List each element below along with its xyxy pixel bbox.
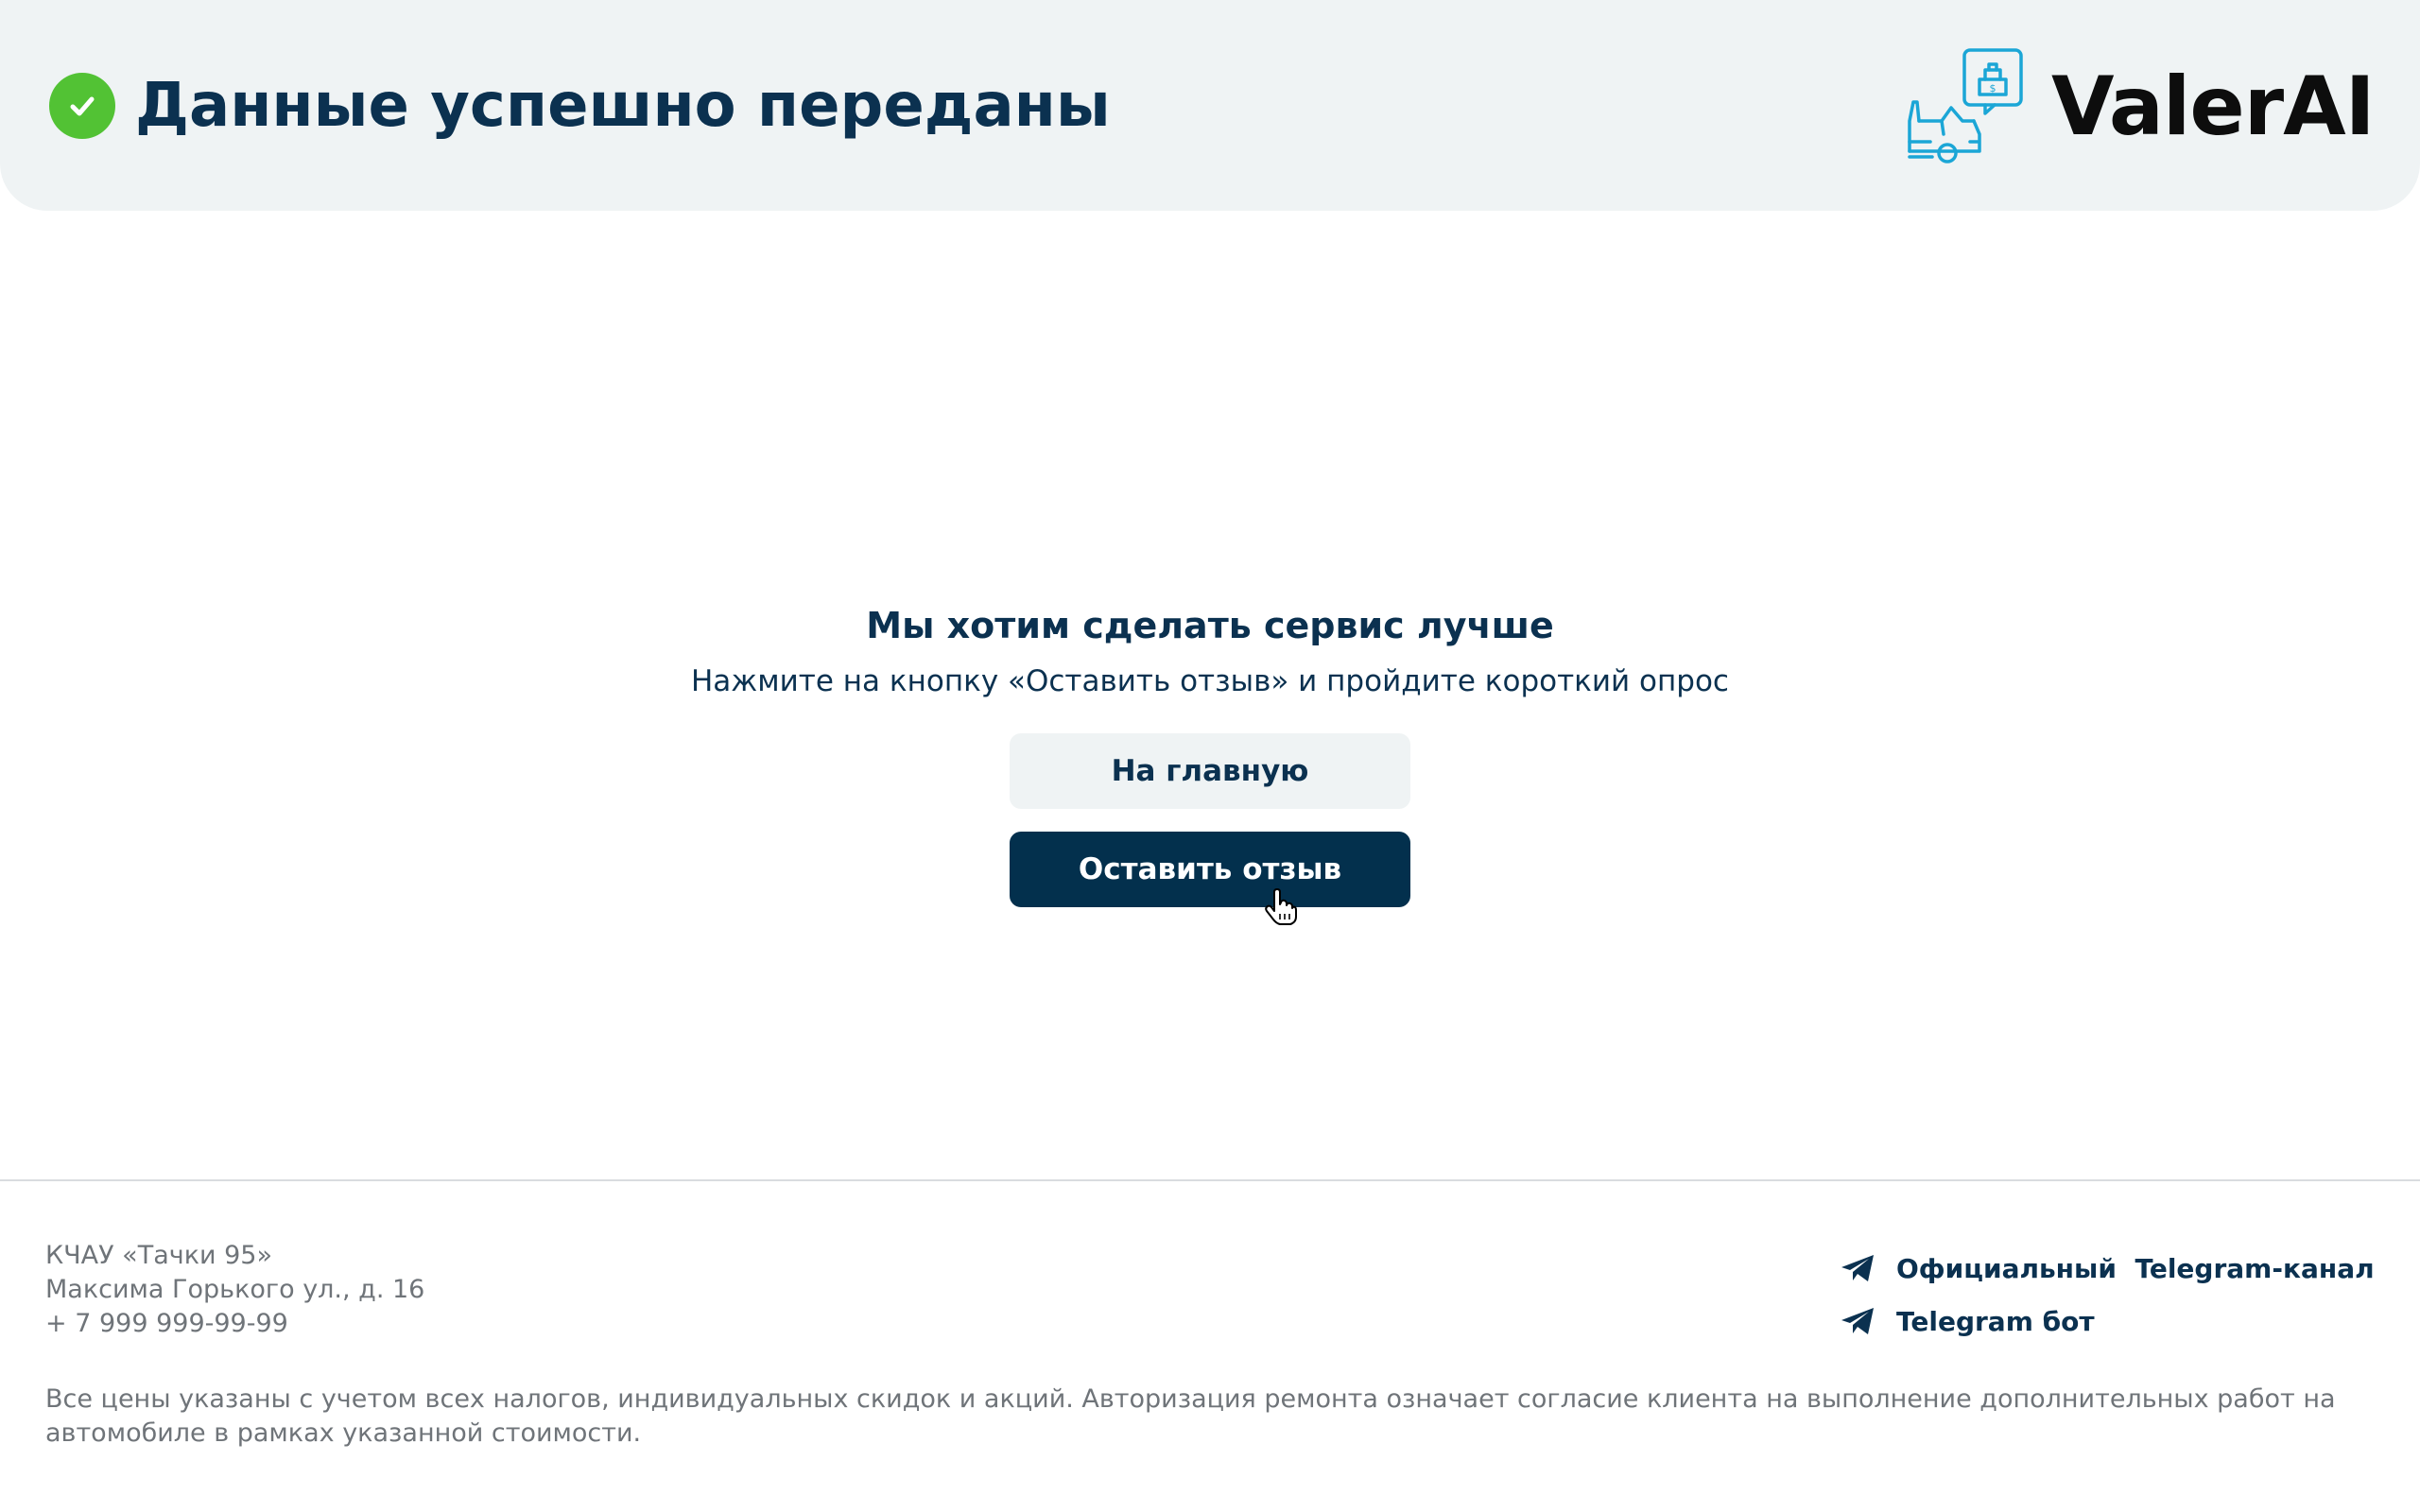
footer-divider <box>0 1179 2420 1181</box>
telegram-channel-label: Официальный Telegram-канал <box>1896 1252 2375 1284</box>
footer-disclaimer: Все цены указаны с учетом всех налогов, … <box>45 1384 2336 1448</box>
logo-text: ValerAI <box>2051 60 2376 154</box>
footer-links: Официальный Telegram-канал Telegram бот <box>1840 1249 2375 1355</box>
company-name: КЧАУ «Тачки 95» <box>45 1241 273 1270</box>
check-circle-icon <box>49 73 115 139</box>
feedback-title: Мы хотим сделать сервис лучше <box>866 605 1554 646</box>
company-address: Максима Горького ул., д. 16 <box>45 1275 425 1304</box>
telegram-icon <box>1841 1255 1874 1281</box>
telegram-bot-link[interactable]: Telegram бот <box>1840 1302 2375 1340</box>
telegram-channel-link[interactable]: Официальный Telegram-канал <box>1840 1249 2375 1287</box>
footer-contact-info: КЧАУ «Тачки 95» Максима Горького ул., д.… <box>45 1239 424 1341</box>
company-phone: + 7 999 999-99-99 <box>45 1309 288 1338</box>
car-repair-price-icon: $ <box>1908 48 2023 163</box>
telegram-icon <box>1841 1308 1874 1334</box>
leave-review-button[interactable]: Оставить отзыв <box>1010 832 1410 907</box>
home-button[interactable]: На главную <box>1010 733 1410 809</box>
svg-text:$: $ <box>1990 82 1996 94</box>
telegram-bot-label: Telegram бот <box>1896 1305 2095 1337</box>
page-title: Данные успешно переданы <box>135 71 1111 141</box>
page: Данные успешно переданы $ ValerAI Мы хот… <box>0 0 2420 1512</box>
feedback-subtitle: Нажмите на кнопку «Оставить отзыв» и про… <box>691 664 1729 698</box>
hand-cursor-icon <box>1265 888 1297 925</box>
main-content: Мы хотим сделать сервис лучше Нажмите на… <box>0 595 2420 907</box>
header: Данные успешно переданы $ ValerAI <box>0 0 2420 211</box>
